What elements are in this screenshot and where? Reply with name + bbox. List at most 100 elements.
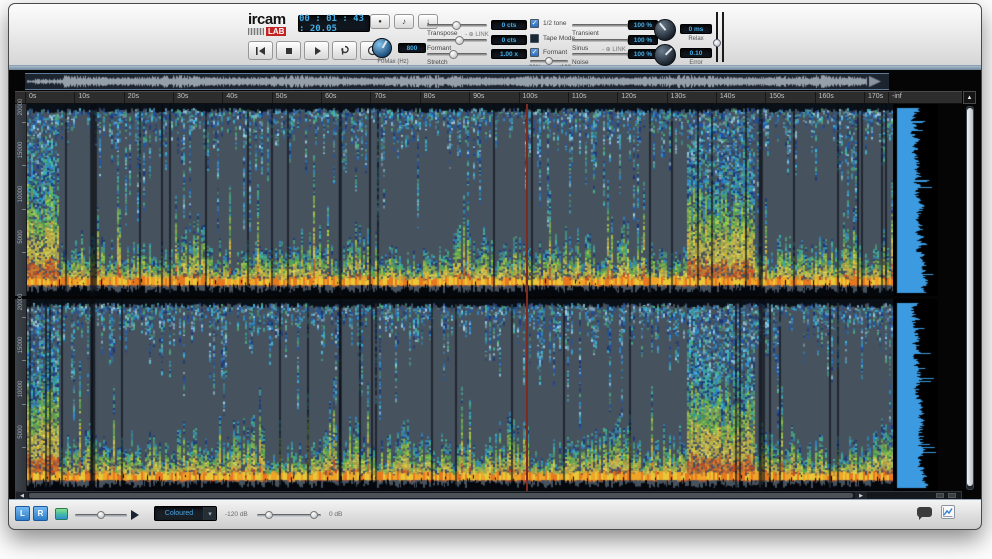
triangle-right-icon: ▶ (859, 493, 863, 499)
time-ruler-label[interactable]: 10s (74, 92, 123, 103)
zoom-slider-thumb[interactable] (97, 511, 105, 519)
rewind-button[interactable] (248, 41, 273, 60)
palette-dropdown[interactable]: Coloured ▾ (154, 506, 217, 521)
frequency-tick (22, 404, 26, 405)
time-ruler-label[interactable]: 160s (815, 92, 864, 103)
waveform-overview[interactable] (25, 73, 889, 90)
transpose-label: Transpose (427, 30, 457, 37)
error-knob[interactable] (654, 44, 676, 66)
time-ruler-label[interactable]: 60s (321, 92, 370, 103)
noise-slider[interactable] (572, 53, 634, 56)
db-range-slider[interactable] (257, 514, 321, 517)
time-ruler-label[interactable]: 130s (667, 92, 716, 103)
channel-left-button[interactable]: L (15, 506, 30, 521)
time-ruler-label[interactable]: 20s (124, 92, 173, 103)
frequency-tick (22, 360, 26, 361)
time-ruler-label[interactable]: 150s (765, 92, 814, 103)
f0max-knob[interactable] (372, 38, 392, 58)
app-window: ircam LAB 00 : 01 : 43 : 20.05 ● ♪ ↓ (8, 3, 982, 530)
error-value: 0.10 (680, 48, 712, 58)
time-ruler-label[interactable]: 120s (617, 92, 666, 103)
overview-waveform-canvas[interactable] (25, 74, 887, 89)
record-button[interactable]: ● (370, 14, 390, 29)
scrollbar-mini-button-1[interactable] (936, 493, 944, 498)
top-toolbar: ircam LAB 00 : 01 : 43 : 20.05 ● ♪ ↓ (9, 4, 981, 66)
zoom-slider[interactable] (75, 514, 127, 517)
scroll-left-button[interactable]: ◀ (16, 492, 28, 499)
time-ruler-label[interactable]: 100s (519, 92, 568, 103)
loop-button[interactable] (332, 41, 357, 60)
transpose-link-toggle[interactable]: - ⊕ LINK (465, 31, 489, 38)
play-button[interactable] (304, 41, 329, 60)
brand-sub: LAB (266, 27, 286, 36)
frequency-label: 20000 (18, 92, 24, 122)
transpose-slider[interactable] (427, 24, 487, 27)
spectrogram-right-channel[interactable] (27, 299, 893, 491)
tape-mode-label: Tape Mode (543, 35, 575, 42)
formant-slider-thumb[interactable] (455, 36, 464, 45)
stop-button[interactable] (276, 41, 301, 60)
relax-value: 0 ms (680, 24, 712, 34)
vertical-scrollbar-thumb[interactable] (967, 108, 973, 486)
scrollbar-mini-button-2[interactable] (948, 493, 956, 498)
formant-checkbox[interactable]: ✓ (530, 48, 539, 57)
chart-icon (943, 507, 953, 517)
scroll-up-button[interactable]: ▲ (963, 91, 976, 104)
frequency-tick (22, 122, 26, 123)
time-ruler-label[interactable]: 80s (420, 92, 469, 103)
palette-icon[interactable] (55, 508, 68, 520)
sinus-link-toggle[interactable]: - ⊕ LINK (602, 46, 626, 53)
quality-slider-thumb[interactable] (545, 57, 553, 65)
chevron-down-icon[interactable]: ▾ (203, 507, 216, 520)
transpose-value: 0 cts (491, 20, 527, 30)
note-button[interactable]: ♪ (394, 14, 414, 29)
frequency-label: 15000 (18, 330, 24, 360)
time-ruler-label[interactable]: 50s (272, 92, 321, 103)
frequency-ruler-right-channel: 2000015000100005000 (15, 299, 27, 491)
tape-mode-checkbox[interactable] (530, 34, 539, 43)
horizontal-scrollbar-thumb[interactable] (29, 493, 853, 498)
time-ruler-label[interactable]: 40s (222, 92, 271, 103)
time-ruler-label[interactable]: 110s (568, 92, 617, 103)
relax-label: Relax (680, 36, 712, 42)
triangle-left-icon: ◀ (20, 493, 24, 499)
spectrogram-left-channel[interactable] (27, 104, 893, 296)
transient-slider[interactable] (572, 24, 634, 27)
scroll-right-button[interactable]: ▶ (855, 492, 867, 499)
time-ruler-label[interactable]: 30s (173, 92, 222, 103)
formant-slider[interactable] (427, 39, 487, 42)
relax-knob[interactable] (654, 19, 676, 41)
time-ruler-label[interactable]: 0s (25, 92, 74, 103)
play-direction-icon[interactable] (131, 510, 139, 520)
time-ruler-label[interactable]: 90s (469, 92, 518, 103)
noise-label: Noise (572, 59, 589, 66)
spectrum-db-label: -inf (888, 92, 948, 103)
frequency-tick (22, 447, 26, 448)
frequency-label: 10000 (18, 179, 24, 209)
vertical-scrollbar[interactable] (966, 106, 974, 490)
stretch-value: 1.00 x (491, 49, 527, 59)
time-ruler-label[interactable]: 140s (716, 92, 765, 103)
playhead-cursor[interactable] (526, 104, 528, 491)
time-ruler-label[interactable]: 70s (370, 92, 419, 103)
snapshot-button[interactable] (941, 505, 955, 519)
db-range-min-thumb[interactable] (265, 511, 273, 519)
sinus-slider[interactable] (572, 39, 634, 42)
db-range-max-thumb[interactable] (310, 511, 318, 519)
master-fader-handle[interactable] (713, 39, 721, 47)
frequency-label: 20000 (18, 287, 24, 317)
quality-slider[interactable] (530, 60, 568, 63)
comment-bubble-button[interactable] (917, 507, 932, 517)
transpose-slider-thumb[interactable] (452, 21, 461, 30)
stretch-slider-thumb[interactable] (449, 50, 458, 59)
channel-right-button[interactable]: R (33, 506, 48, 521)
frequency-ruler-left-channel: 2000015000100005000 (15, 104, 27, 296)
formant-value: 0 cts (491, 35, 527, 45)
frequency-tick (22, 317, 26, 318)
formant-label: Formant (427, 45, 451, 52)
master-fader[interactable] (716, 12, 725, 62)
time-ruler[interactable]: 0s10s20s30s40s50s60s70s80s90s100s110s120… (15, 91, 962, 104)
stretch-slider[interactable] (427, 53, 487, 56)
half-tone-checkbox[interactable]: ✓ (530, 19, 539, 28)
ircam-lab-logo: ircam LAB (248, 13, 300, 36)
